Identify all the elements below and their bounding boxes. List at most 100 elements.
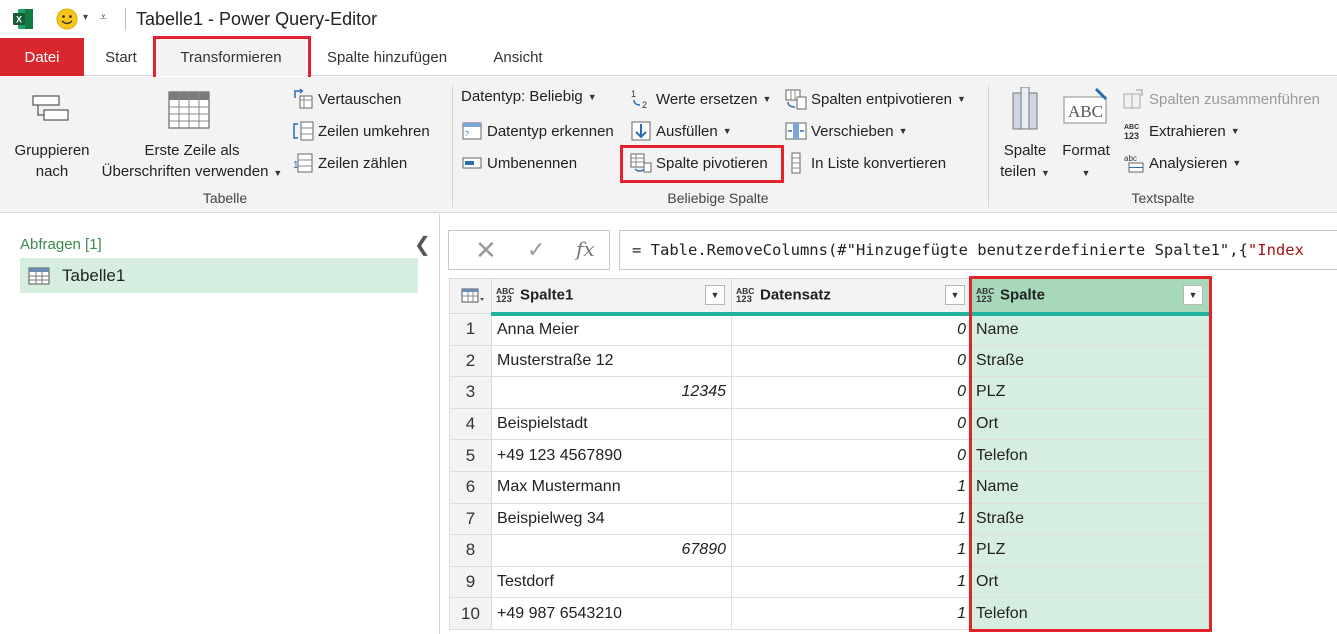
- filter-dropdown-icon[interactable]: ▼: [945, 285, 965, 305]
- row-number[interactable]: 6: [449, 470, 492, 504]
- format-button[interactable]: ABC Format ▼: [1058, 87, 1114, 183]
- rename-button[interactable]: Umbenennen: [461, 152, 577, 174]
- cell-spalte1[interactable]: Anna Meier: [491, 313, 732, 346]
- cell-spalte[interactable]: Straße: [971, 502, 1210, 536]
- cell-spalte[interactable]: Ort: [971, 407, 1210, 441]
- row-number[interactable]: 4: [449, 407, 492, 441]
- column-header-spalte1[interactable]: ABC 123 Spalte1 ▼: [491, 278, 732, 316]
- group-by-button[interactable]: Gruppieren nach: [8, 91, 96, 183]
- cell-spalte[interactable]: PLZ: [971, 534, 1210, 567]
- count-rows-button[interactable]: 1 Zeilen zählen: [292, 152, 407, 174]
- cell-datensatz[interactable]: 0: [731, 344, 972, 378]
- cell-datensatz[interactable]: 0: [731, 376, 972, 409]
- table-row: 10 +49 987 6543210 1 Telefon: [449, 597, 1210, 630]
- svg-text:2: 2: [642, 100, 647, 110]
- cell-datensatz[interactable]: 1: [731, 534, 972, 567]
- confirm-icon[interactable]: ✓: [527, 237, 545, 263]
- detect-type-button[interactable]: ? Datentyp erkennen: [461, 120, 614, 142]
- cell-spalte1[interactable]: Beispielweg 34: [491, 502, 732, 536]
- formula-input[interactable]: = Table.RemoveColumns(#"Hinzugefügte ben…: [619, 230, 1337, 270]
- transpose-button[interactable]: Vertauschen: [292, 88, 401, 110]
- smiley-icon[interactable]: [56, 8, 78, 30]
- cell-spalte[interactable]: Straße: [971, 344, 1210, 378]
- cell-spalte[interactable]: Name: [971, 470, 1210, 504]
- cell-spalte1[interactable]: Beispielstadt: [491, 407, 732, 441]
- extract-label: Extrahieren: [1149, 122, 1226, 140]
- cell-spalte1[interactable]: Max Mustermann: [491, 470, 732, 504]
- cell-spalte1[interactable]: 67890: [491, 534, 732, 567]
- fill-button[interactable]: Ausfüllen ▼: [630, 120, 732, 142]
- split-column-button[interactable]: Spalte teilen ▼: [994, 87, 1056, 183]
- row-number[interactable]: 9: [449, 565, 492, 599]
- merge-columns-button[interactable]: Spalten zusammenführen: [1123, 88, 1320, 110]
- svg-text:1: 1: [631, 89, 636, 99]
- data-type-label: Datentyp: Beliebig: [461, 88, 583, 105]
- row-number[interactable]: 1: [449, 313, 492, 346]
- column-header-spalte[interactable]: ABC 123 Spalte ▼: [971, 278, 1210, 316]
- cell-spalte1[interactable]: 12345: [491, 376, 732, 409]
- cell-datensatz[interactable]: 0: [731, 313, 972, 346]
- row-number[interactable]: 5: [449, 439, 492, 472]
- cell-datensatz[interactable]: 0: [731, 407, 972, 441]
- type-any-icon: ABC 123: [736, 286, 755, 306]
- first-row-headers-button[interactable]: Erste Zeile als Überschriften verwenden ▼: [96, 91, 288, 183]
- svg-text:abc: abc: [1124, 154, 1137, 163]
- query-item-tabelle1[interactable]: Tabelle1: [20, 258, 418, 293]
- cell-spalte[interactable]: Ort: [971, 565, 1210, 599]
- tab-transform[interactable]: Transformieren: [156, 38, 306, 76]
- fill-icon: [631, 121, 651, 141]
- excel-icon[interactable]: X: [12, 8, 34, 30]
- reverse-rows-button[interactable]: Zeilen umkehren: [292, 120, 430, 142]
- cell-spalte[interactable]: PLZ: [971, 376, 1210, 409]
- extract-button[interactable]: ABC 123 Extrahieren ▼: [1123, 120, 1240, 142]
- cell-spalte1[interactable]: +49 987 6543210: [491, 597, 732, 630]
- pivot-column-button[interactable]: Spalte pivotieren: [630, 152, 768, 174]
- cell-datensatz[interactable]: 1: [731, 565, 972, 599]
- table-menu-corner[interactable]: [449, 278, 492, 314]
- tab-add-column[interactable]: Spalte hinzufügen: [312, 38, 462, 76]
- row-number[interactable]: 3: [449, 376, 492, 409]
- row-number[interactable]: 10: [449, 597, 492, 630]
- cell-spalte[interactable]: Telefon: [971, 597, 1210, 630]
- cell-datensatz[interactable]: 1: [731, 597, 972, 630]
- query-item-label: Tabelle1: [62, 265, 126, 285]
- feedback-caret-icon[interactable]: ▾: [83, 12, 88, 23]
- formula-controls: ✕ ✓ fx: [448, 230, 610, 270]
- table-row: 2 Musterstraße 12 0 Straße: [449, 344, 1210, 378]
- move-button[interactable]: Verschieben ▼: [785, 120, 907, 142]
- cell-datensatz[interactable]: 1: [731, 502, 972, 536]
- unpivot-columns-button[interactable]: Spalten entpivotieren ▼: [785, 88, 966, 110]
- row-number[interactable]: 8: [449, 534, 492, 567]
- move-label: Verschieben: [811, 122, 894, 140]
- replace-values-button[interactable]: 1 2 Werte ersetzen ▼: [630, 88, 771, 110]
- filter-dropdown-icon[interactable]: ▼: [705, 285, 725, 305]
- cell-spalte[interactable]: Telefon: [971, 439, 1210, 472]
- tab-file[interactable]: Datei: [0, 38, 84, 76]
- cell-spalte1[interactable]: Testdorf: [491, 565, 732, 599]
- column-header-datensatz[interactable]: ABC 123 Datensatz ▼: [731, 278, 972, 316]
- filter-dropdown-icon[interactable]: ▼: [1183, 285, 1203, 305]
- cell-datensatz[interactable]: 1: [731, 470, 972, 504]
- cell-spalte[interactable]: Name: [971, 313, 1210, 346]
- convert-to-list-button[interactable]: In Liste konvertieren: [785, 152, 946, 174]
- row-number[interactable]: 7: [449, 502, 492, 536]
- data-type-dropdown[interactable]: Datentyp: Beliebig ▼: [461, 88, 597, 105]
- split-column-label-1: Spalte: [1003, 142, 1047, 159]
- tab-view[interactable]: Ansicht: [478, 38, 558, 76]
- collapse-pane-icon[interactable]: ❮: [414, 232, 431, 257]
- fill-caret-icon: ▼: [722, 126, 732, 136]
- tab-start[interactable]: Start: [92, 38, 150, 76]
- cancel-icon[interactable]: ✕: [475, 235, 497, 266]
- table-menu-icon: [461, 288, 484, 303]
- row-number[interactable]: 2: [449, 344, 492, 378]
- merge-columns-icon: [1123, 89, 1143, 109]
- table-row: 3 12345 0 PLZ: [449, 376, 1210, 409]
- cell-datensatz[interactable]: 0: [731, 439, 972, 472]
- fx-icon[interactable]: fx: [576, 237, 595, 261]
- svg-text:1: 1: [293, 160, 299, 171]
- quick-access-dropdown-icon[interactable]: ⩡: [100, 10, 107, 25]
- window-title: Tabelle1 - Power Query-Editor: [136, 9, 378, 29]
- cell-spalte1[interactable]: Musterstraße 12: [491, 344, 732, 378]
- parse-button[interactable]: abc Analysieren ▼: [1123, 152, 1241, 174]
- cell-spalte1[interactable]: +49 123 4567890: [491, 439, 732, 472]
